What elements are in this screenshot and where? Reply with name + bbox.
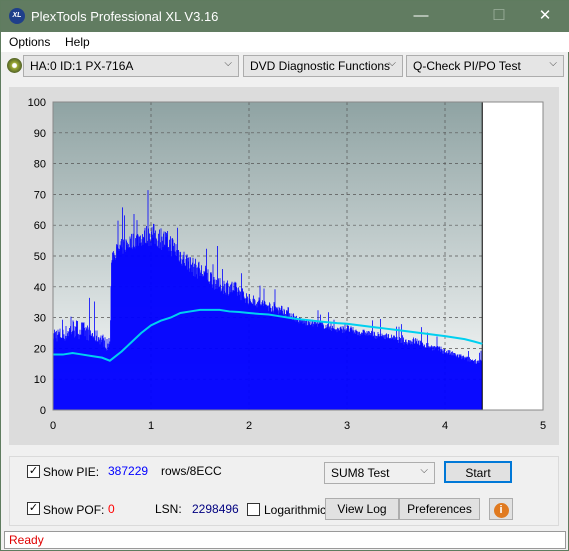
status-bar: Ready <box>4 531 566 549</box>
chart-panel: 0 1 2 3 4 5 0 10 20 30 40 50 60 70 80 90 100 <box>9 87 559 445</box>
show-pof-label: Show POF: <box>43 503 105 517</box>
y-tick-label: 30 <box>34 313 46 325</box>
menu-bar: Options Help <box>1 32 569 52</box>
y-tick-label: 90 <box>34 128 46 140</box>
start-button[interactable]: Start <box>444 461 512 483</box>
test-mode-value: SUM8 Test <box>331 466 390 480</box>
chevron-down-icon: ⌵ <box>224 58 232 69</box>
logarithmic-checkbox[interactable] <box>247 503 260 516</box>
x-tick-label: 2 <box>246 420 252 432</box>
x-tick-label: 0 <box>50 420 56 432</box>
chevron-down-icon: ⌵ <box>549 58 557 69</box>
y-tick-label: 40 <box>34 282 46 294</box>
pie-unit: rows/8ECC <box>161 464 222 478</box>
y-tick-label: 70 <box>34 189 46 201</box>
y-tick-label: 0 <box>40 405 46 417</box>
show-pof-checkbox[interactable]: ✓ <box>27 502 40 515</box>
controls-group: ✓ Show PIE: 387229 rows/8ECC SUM8 Test ⌵ … <box>9 456 559 526</box>
show-pie-checkbox[interactable]: ✓ <box>27 465 40 478</box>
x-tick-label: 3 <box>344 420 350 432</box>
drive-select[interactable]: HA:0 ID:1 PX-716A ⌵ <box>23 55 239 77</box>
app-logo-icon: XL <box>9 8 25 24</box>
function-select-value: DVD Diagnostic Functions <box>250 59 391 73</box>
x-tick-label: 1 <box>148 420 154 432</box>
close-button[interactable]: ✕ <box>530 5 560 27</box>
y-tick-label: 50 <box>34 251 46 263</box>
test-select[interactable]: Q-Check PI/PO Test ⌵ <box>406 55 564 77</box>
lsn-value: 2298496 <box>192 502 239 516</box>
menu-options[interactable]: Options <box>9 35 50 49</box>
chevron-down-icon: ⌵ <box>388 58 396 69</box>
y-tick-label: 100 <box>28 97 46 109</box>
show-pie-label: Show PIE: <box>43 465 100 479</box>
y-tick-label: 60 <box>34 220 46 232</box>
drive-select-value: HA:0 ID:1 PX-716A <box>30 59 134 73</box>
info-button[interactable]: i <box>489 498 513 520</box>
unscanned-area <box>482 102 543 410</box>
logarithmic-label: Logarithmic <box>264 503 327 517</box>
test-mode-select[interactable]: SUM8 Test ⌵ <box>324 462 435 484</box>
menu-help[interactable]: Help <box>65 35 90 49</box>
x-tick-label: 4 <box>442 420 448 432</box>
view-log-button[interactable]: View Log <box>325 498 399 520</box>
window-title: PlexTools Professional XL V3.16 <box>31 9 219 24</box>
info-icon: i <box>493 503 509 518</box>
pof-value: 0 <box>108 502 115 516</box>
drive-disc-icon <box>7 58 22 73</box>
y-tick-label: 10 <box>34 374 46 386</box>
title-bar: XL PlexTools Professional XL V3.16 — ☐ ✕ <box>1 1 569 32</box>
maximize-button[interactable]: ☐ <box>484 5 514 27</box>
y-tick-label: 20 <box>34 343 46 355</box>
pie-chart: 0 1 2 3 4 50102030405060708090100 <box>28 97 546 432</box>
y-tick-label: 80 <box>34 159 46 171</box>
minimize-button[interactable]: — <box>406 5 436 27</box>
x-tick-label: 5 <box>540 420 546 432</box>
test-select-value: Q-Check PI/PO Test <box>413 59 521 73</box>
chevron-down-icon: ⌵ <box>420 465 428 476</box>
pie-value: 387229 <box>108 464 149 478</box>
preferences-button[interactable]: Preferences <box>399 498 480 520</box>
lsn-label: LSN: <box>155 502 182 516</box>
function-select[interactable]: DVD Diagnostic Functions ⌵ <box>243 55 403 77</box>
